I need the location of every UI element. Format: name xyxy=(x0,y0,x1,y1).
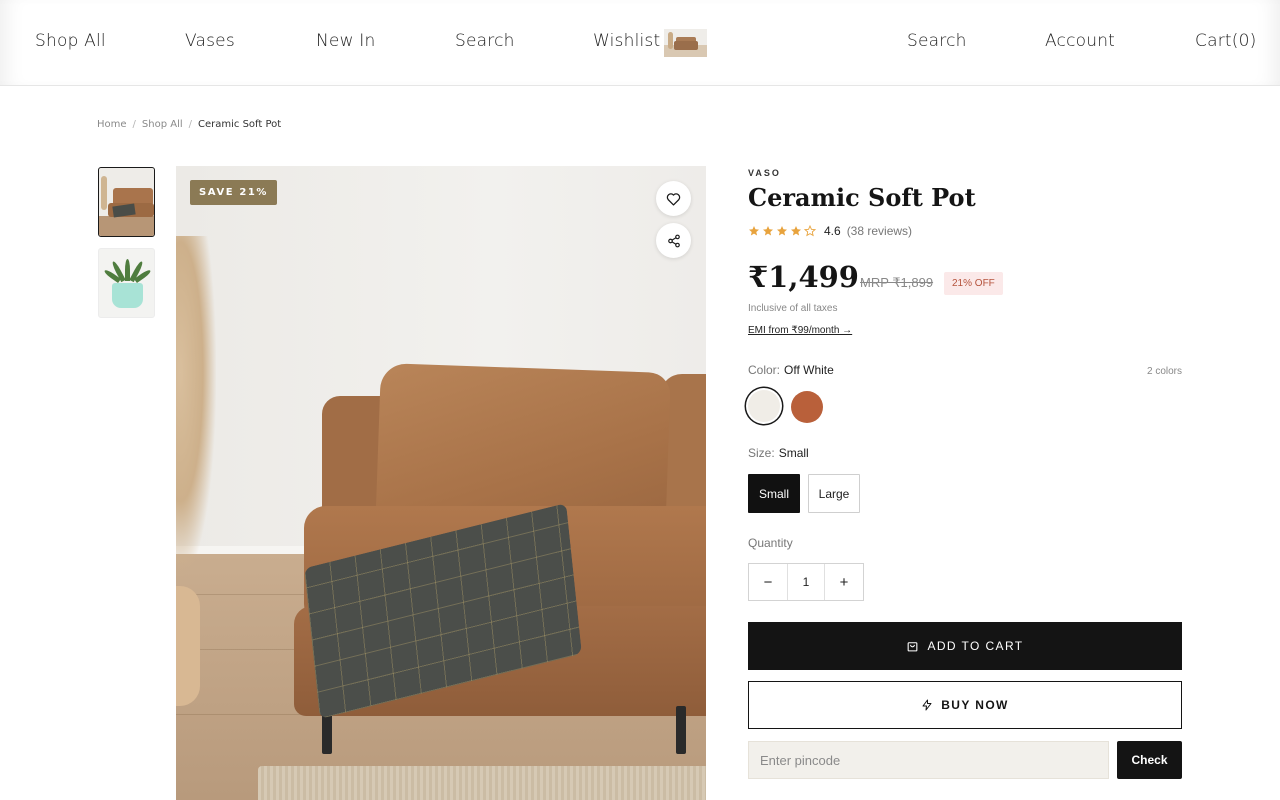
star-outline-icon xyxy=(804,225,816,237)
breadcrumb-home[interactable]: Home xyxy=(97,119,127,130)
add-to-cart-button[interactable]: ADD TO CART xyxy=(748,622,1182,670)
quantity-decrement-button[interactable]: − xyxy=(749,564,787,600)
color-label: Color: xyxy=(748,363,781,377)
size-small-button[interactable]: Small xyxy=(748,474,800,513)
quantity-label: Quantity xyxy=(748,536,793,550)
thumbnail-plant xyxy=(668,32,673,49)
breadcrumb-current: Ceramic Soft Pot xyxy=(198,119,282,130)
nav-shop-all[interactable]: Shop All xyxy=(35,31,106,51)
tax-note: Inclusive of all taxes xyxy=(748,303,838,314)
breadcrumb-separator: / xyxy=(132,119,136,130)
nav-wishlist[interactable]: Wishlist xyxy=(593,31,660,51)
product-mrp: MRP ₹1,899 xyxy=(860,275,934,290)
product-price: ₹1,499 xyxy=(748,260,859,294)
color-selected-value: Off White xyxy=(784,363,834,377)
buy-now-label: BUY NOW xyxy=(941,698,1009,712)
breadcrumb-separator: / xyxy=(188,119,193,130)
thumbnail-floor xyxy=(99,216,154,236)
image-pampas-grass xyxy=(176,236,216,576)
wishlist-button[interactable] xyxy=(656,181,691,216)
share-button[interactable] xyxy=(656,223,691,258)
succulent-pot xyxy=(112,283,143,308)
buy-now-button[interactable]: BUY NOW xyxy=(748,681,1182,729)
wishlist-thumbnail-image[interactable] xyxy=(664,29,707,57)
header-search-link[interactable]: Search xyxy=(907,31,967,51)
nav-new-in[interactable]: New In xyxy=(316,31,375,51)
size-label-row: Size: Small xyxy=(748,446,809,460)
save-badge: SAVE 21% xyxy=(190,180,278,205)
image-sofa-leg xyxy=(676,706,686,754)
add-to-cart-label: ADD TO CART xyxy=(927,639,1024,653)
product-rating[interactable]: 4.6 (38 reviews) xyxy=(748,224,912,238)
star-filled-icon xyxy=(791,226,801,236)
thumbnail-pampas xyxy=(101,176,107,210)
color-label-row: Color: Off White xyxy=(748,363,834,377)
heart-icon xyxy=(666,192,681,206)
product-title: Ceramic Soft Pot xyxy=(748,183,976,212)
gallery-thumbnail-sofa[interactable] xyxy=(98,167,155,237)
rating-count: (38 reviews) xyxy=(846,224,913,238)
color-swatch-off-white[interactable] xyxy=(748,390,780,422)
size-label: Size: xyxy=(748,446,775,460)
breadcrumb-shop-all[interactable]: Shop All xyxy=(142,119,183,130)
size-selected-value: Small xyxy=(778,446,809,460)
star-filled-icon xyxy=(777,226,787,236)
star-filled-icon xyxy=(749,226,759,236)
pincode-input[interactable] xyxy=(748,741,1109,779)
discount-badge: 21% OFF xyxy=(944,272,1003,295)
nav-vases[interactable]: Vases xyxy=(185,31,235,51)
header-cart-link[interactable]: Cart(0) xyxy=(1195,31,1256,51)
quantity-increment-button[interactable]: + xyxy=(825,564,863,600)
gallery-thumbnail-succulent[interactable] xyxy=(98,248,155,318)
quantity-stepper: − 1 + xyxy=(748,563,864,601)
thumbnail-sofa xyxy=(674,41,698,50)
emi-link[interactable]: EMI from ₹99/month → xyxy=(748,325,852,336)
lightning-icon xyxy=(922,699,932,711)
rating-stars xyxy=(748,225,816,237)
image-rug xyxy=(258,766,706,800)
rating-value: 4.6 xyxy=(824,224,841,238)
nav-search[interactable]: Search xyxy=(455,31,515,51)
site-header: Shop All Vases New In Search Wishlist Se… xyxy=(0,0,1280,86)
image-vase xyxy=(176,586,200,706)
size-large-button[interactable]: Large xyxy=(808,474,860,513)
breadcrumb: Home / Shop All / Ceramic Soft Pot xyxy=(97,119,281,130)
star-filled-icon xyxy=(763,226,773,236)
product-main-image[interactable] xyxy=(176,166,706,800)
header-account-link[interactable]: Account xyxy=(1045,31,1115,51)
shopping-bag-icon xyxy=(908,642,918,652)
color-swatch-terracotta[interactable] xyxy=(791,391,823,423)
quantity-value[interactable]: 1 xyxy=(787,564,825,600)
share-icon xyxy=(667,234,680,247)
pincode-check-button[interactable]: Check xyxy=(1117,741,1182,779)
color-count: 2 colors xyxy=(1146,366,1182,377)
product-brand: VASO xyxy=(748,168,781,178)
